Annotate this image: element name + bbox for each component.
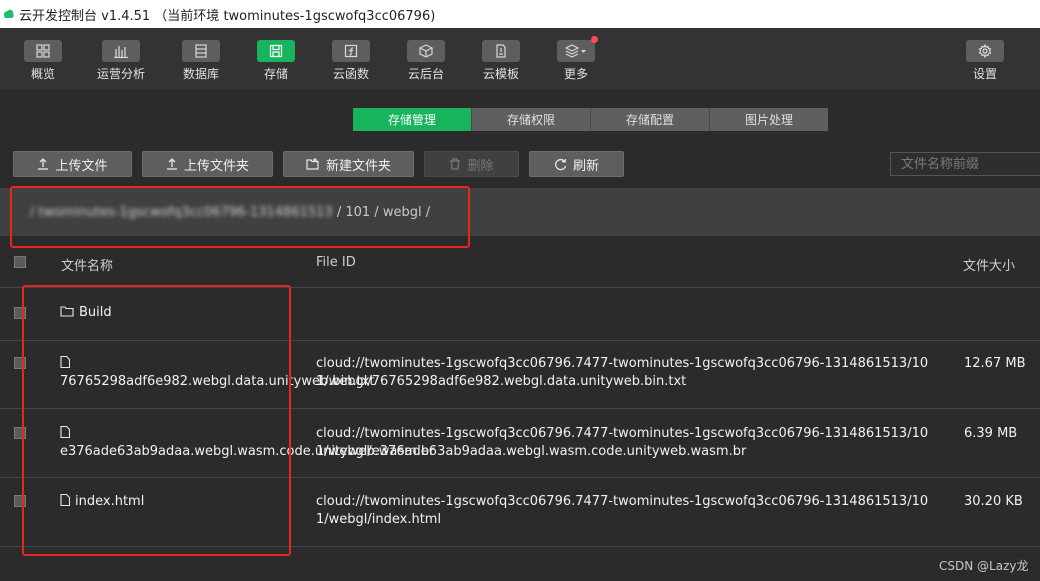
- toolbar-cloud-functions[interactable]: 云函数: [319, 40, 383, 82]
- function-icon: [344, 44, 358, 58]
- tab-storage-management[interactable]: 存储管理: [353, 108, 472, 131]
- toolbar-label: 概览: [30, 67, 55, 81]
- upload-file-label: 上传文件: [55, 158, 108, 174]
- upload-folder-button[interactable]: 上传文件夹: [142, 151, 273, 177]
- grid-icon: [36, 44, 50, 58]
- refresh-icon: [555, 158, 567, 170]
- file-id-cell: cloud://twominutes-1gscwofq3cc06796.7477…: [316, 494, 929, 527]
- annotation-box-files: [22, 285, 291, 556]
- app-logo-icon: [4, 9, 14, 18]
- tab-storage-config[interactable]: 存储配置: [591, 108, 710, 131]
- delete-label: 删除: [467, 158, 494, 174]
- layers-icon: [565, 44, 586, 58]
- bar-chart-icon: [114, 46, 128, 58]
- toolbar-analytics[interactable]: 运营分析: [89, 40, 153, 82]
- toolbar-label: 云模板: [482, 67, 519, 81]
- column-header-name: 文件名称: [61, 259, 114, 274]
- toolbar-overview[interactable]: 概览: [11, 40, 75, 82]
- new-folder-icon: [306, 158, 319, 170]
- tab-storage-permissions[interactable]: 存储权限: [472, 108, 591, 131]
- toolbar-database[interactable]: 数据库: [169, 40, 233, 82]
- tab-image-processing[interactable]: 图片处理: [710, 108, 828, 131]
- upload-icon: [38, 158, 49, 170]
- table-header: 文件名称 File ID 文件大小: [0, 243, 1040, 288]
- window-title: 云开发控制台 v1.4.51 （当前环境 twominutes-1gscwofq…: [19, 8, 436, 24]
- refresh-label: 刷新: [572, 158, 599, 174]
- refresh-button[interactable]: 刷新: [529, 151, 624, 177]
- template-icon: [496, 44, 506, 58]
- window-title-bar: 云开发控制台 v1.4.51 （当前环境 twominutes-1gscwofq…: [0, 0, 1040, 28]
- toolbar-settings[interactable]: 设置: [953, 40, 1017, 82]
- toolbar-label: 云后台: [407, 67, 444, 81]
- toolbar-label: 存储: [263, 67, 288, 81]
- storage-icon: [269, 44, 283, 58]
- select-all-checkbox[interactable]: [14, 256, 26, 268]
- annotation-box-path: [10, 186, 470, 248]
- toolbar-storage[interactable]: 存储: [244, 40, 308, 82]
- toolbar-cloud-backend[interactable]: 云后台: [394, 40, 458, 82]
- toolbar-label: 更多: [563, 67, 588, 81]
- upload-icon: [166, 158, 177, 170]
- column-header-size: 文件大小: [963, 259, 1016, 274]
- file-size-cell: 12.67 MB: [964, 356, 1026, 371]
- upload-file-button[interactable]: 上传文件: [13, 151, 132, 177]
- new-folder-label: 新建文件夹: [325, 158, 391, 174]
- toolbar-more[interactable]: 更多: [544, 36, 608, 82]
- cube-icon: [419, 44, 433, 58]
- gear-icon: [978, 44, 992, 58]
- trash-icon: [450, 158, 461, 170]
- new-folder-button[interactable]: 新建文件夹: [283, 151, 414, 177]
- main-toolbar: 概览 运营分析 数据库 存储 云函数 云后台 云模板 更多 设置: [0, 28, 1040, 91]
- file-id-cell: cloud://twominutes-1gscwofq3cc06796.7477…: [316, 356, 929, 389]
- delete-button[interactable]: 删除: [424, 151, 519, 177]
- database-icon: [195, 44, 207, 58]
- toolbar-label: 设置: [972, 67, 997, 81]
- watermark: CSDN @Lazy龙: [939, 559, 1029, 573]
- file-id-cell: cloud://twominutes-1gscwofq3cc06796.7477…: [316, 426, 929, 459]
- file-size-cell: 6.39 MB: [964, 426, 1018, 441]
- upload-folder-label: 上传文件夹: [183, 158, 249, 174]
- toolbar-cloud-template[interactable]: 云模板: [469, 40, 533, 82]
- storage-tabs: 存储管理 存储权限 存储配置 图片处理: [353, 108, 828, 131]
- toolbar-label: 数据库: [182, 67, 219, 81]
- toolbar-label: 云函数: [332, 67, 369, 81]
- notification-badge: [591, 36, 598, 43]
- column-header-file-id: File ID: [316, 255, 356, 270]
- toolbar-label: 运营分析: [96, 67, 145, 81]
- file-size-cell: 30.20 KB: [964, 494, 1023, 509]
- file-prefix-search-input[interactable]: [890, 152, 1040, 176]
